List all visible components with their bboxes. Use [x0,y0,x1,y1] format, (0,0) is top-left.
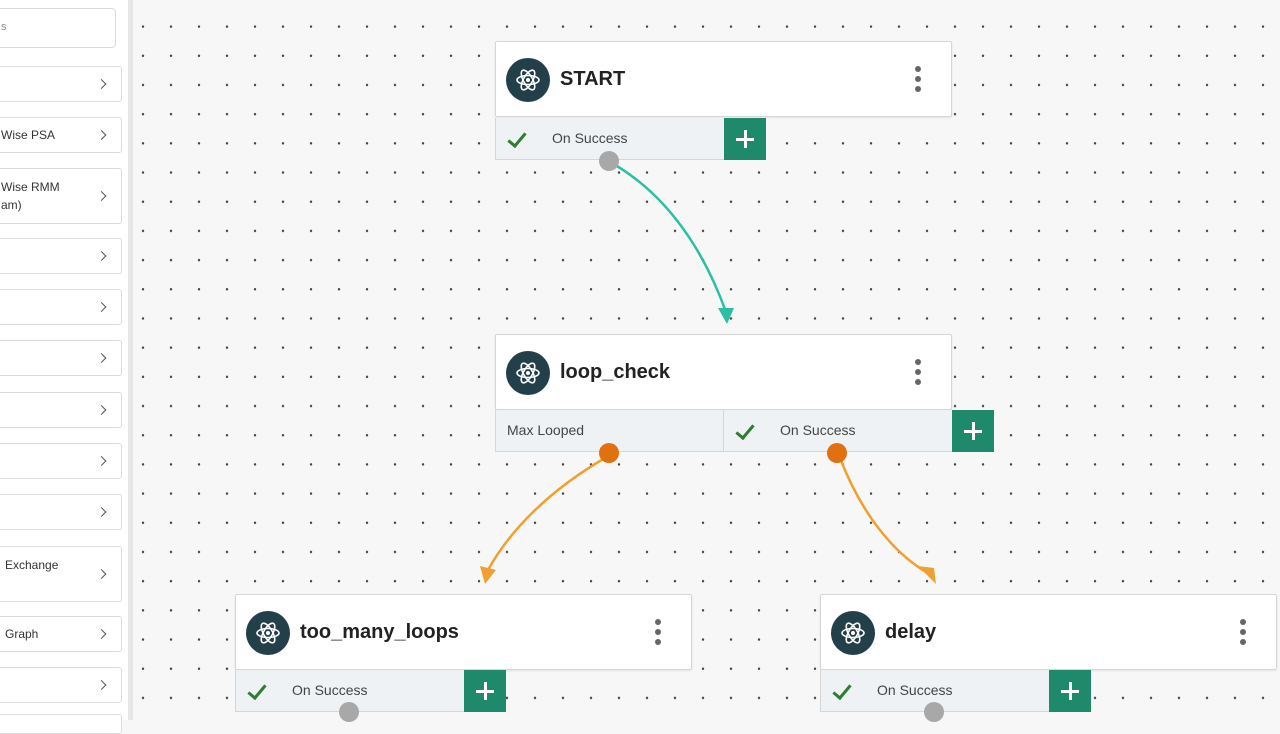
link-on-success-to-delay [838,457,927,574]
link-start-to-loop-check [609,160,728,313]
checkmark-icon [247,679,267,701]
kebab-menu-icon[interactable] [915,359,921,387]
atom-icon [506,351,550,395]
output-port[interactable] [924,702,944,722]
output-port-max-looped[interactable] [599,443,619,463]
node-loop-check[interactable]: loop_check [495,334,952,410]
add-step-button[interactable] [464,670,506,712]
node-delay[interactable]: delay [820,594,1277,670]
node-title: START [560,68,626,90]
outlet-label: On Success [552,130,628,146]
output-port[interactable] [339,702,359,722]
outlet-label: On Success [780,422,856,438]
kebab-menu-icon[interactable] [655,619,661,647]
checkmark-icon [735,419,755,441]
checkmark-icon [507,127,527,149]
link-arrowhead [718,308,734,324]
atom-icon [831,611,875,655]
node-too-many-loops[interactable]: too_many_loops [235,594,692,670]
kebab-menu-icon[interactable] [915,66,921,94]
link-max-looped-to-too-many-loops [486,456,606,571]
outlet-label: On Success [877,682,953,698]
add-step-button[interactable] [952,410,994,452]
node-start[interactable]: START [495,41,952,117]
link-arrowhead [918,566,936,584]
output-port-on-success[interactable] [827,443,847,463]
output-port[interactable] [599,151,619,171]
add-step-button[interactable] [724,118,766,160]
kebab-menu-icon[interactable] [1240,619,1246,647]
atom-icon [246,611,290,655]
outlet-label: On Success [292,682,368,698]
add-step-button[interactable] [1049,670,1091,712]
node-title: delay [885,621,937,643]
outlet-label: Max Looped [507,422,585,438]
node-title: loop_check [560,361,671,383]
atom-icon [506,58,550,102]
link-arrowhead [480,566,496,584]
node-title: too_many_loops [300,621,459,643]
checkmark-icon [832,679,852,701]
